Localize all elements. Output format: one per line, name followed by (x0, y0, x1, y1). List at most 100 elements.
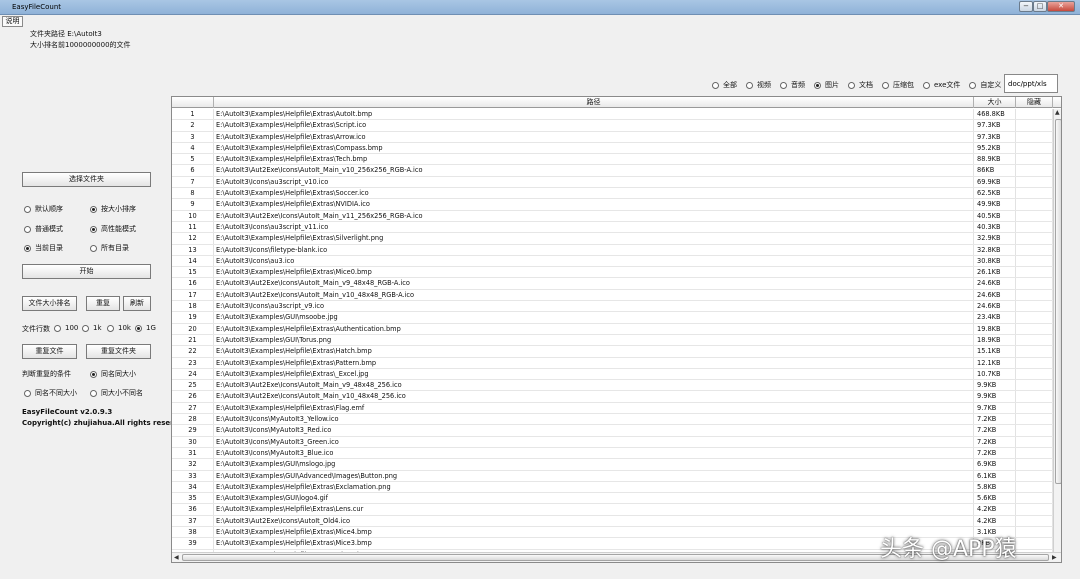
help-button[interactable]: 说明 (2, 16, 23, 27)
table-row[interactable]: 32 E:\AutoIt3\Examples\GUI\mslogo.jpg 6.9K… (172, 459, 1053, 471)
table-row[interactable]: 13 E:\AutoIt3\Icons\filetype-blank.ico 32.… (172, 244, 1053, 256)
minimize-button[interactable]: − (1019, 1, 1033, 12)
table-row[interactable]: 29 E:\AutoIt3\Icons\MyAutoIt3_Red.ico 7.2K… (172, 425, 1053, 437)
table-row[interactable]: 8 E:\AutoIt3\Examples\Helpfile\Extras\Soc… (172, 188, 1053, 200)
table-row[interactable]: 23 E:\AutoIt3\Examples\Helpfile\Extras\Pa… (172, 357, 1053, 369)
table-row[interactable]: 36 E:\AutoIt3\Examples\Helpfile\Extras\Le… (172, 504, 1053, 516)
radio-selected-icon (135, 324, 142, 332)
filter-radio-5[interactable]: 压缩包 (882, 79, 914, 91)
header-num[interactable] (172, 97, 214, 108)
refresh-button[interactable]: 刷新 (123, 296, 151, 311)
file-size-rank-button[interactable]: 文件大小排名 (22, 296, 77, 311)
rows-option-radio-0[interactable]: 100 (54, 324, 78, 332)
row-number-cell: 28 (172, 414, 214, 425)
rows-option-radio-2[interactable]: 10k (107, 324, 131, 332)
scroll-left-icon[interactable]: ◀ (174, 554, 179, 561)
table-row[interactable]: 3 E:\AutoIt3\Examples\Helpfile\Extras\Arr… (172, 131, 1053, 143)
scroll-right-icon[interactable]: ▶ (1052, 554, 1057, 561)
scroll-up-icon[interactable]: ▲ (1055, 110, 1060, 116)
size-cell: 32.9KB (974, 233, 1016, 244)
header-size[interactable]: 大小 (974, 97, 1016, 108)
same-name-size-radio[interactable]: 同名同大小 (90, 369, 136, 379)
table-row[interactable]: 5 E:\AutoIt3\Examples\Helpfile\Extras\Tec… (172, 154, 1053, 166)
dir-all-radio[interactable]: 所有目录 (90, 243, 129, 253)
header-hide[interactable]: 隐藏 (1016, 97, 1053, 108)
table-row[interactable]: 25 E:\AutoIt3\Aut2Exe\Icons\AutoIt_Main_v… (172, 380, 1053, 392)
table-row[interactable]: 11 E:\AutoIt3\Icons\au3script_v11.ico 40.3… (172, 221, 1053, 234)
table-row[interactable]: 28 E:\AutoIt3\Icons\MyAutoIt3_Yellow.ico 7… (172, 414, 1053, 426)
filter-radio-4[interactable]: 文档 (848, 79, 873, 91)
sort-default-radio[interactable]: 默认顺序 (24, 204, 63, 214)
size-cell: 24.6KB (974, 301, 1016, 312)
table-row[interactable]: 34 E:\AutoIt3\Examples\Helpfile\Extras\Ex… (172, 481, 1053, 494)
table-row[interactable]: 2 E:\AutoIt3\Examples\Helpfile\Extras\Scr… (172, 120, 1053, 132)
path-cell: E:\AutoIt3\Examples\Helpfile\Extras\Patt… (214, 357, 974, 368)
table-row[interactable]: 21 E:\AutoIt3\Examples\GUI\Torus.png 18.9K… (172, 334, 1053, 347)
filter-radio-3[interactable]: 图片 (814, 79, 839, 91)
header-path[interactable]: 路径 (214, 97, 974, 108)
filter-radio-7[interactable]: 自定义 (969, 79, 1001, 91)
table-row[interactable]: 7 E:\AutoIt3\Icons\au3script_v10.ico 69.9K… (172, 176, 1053, 189)
table-row[interactable]: 31 E:\AutoIt3\Icons\MyAutoIt3_Blue.ico 7.2… (172, 447, 1053, 460)
hide-cell (1016, 278, 1053, 289)
hide-cell (1016, 323, 1053, 334)
path-cell: E:\AutoIt3\Aut2Exe\Icons\AutoIt_Main_v11… (214, 210, 974, 221)
same-size-diff-name-radio[interactable]: 同大小不同名 (90, 388, 143, 398)
table-row[interactable]: 1 E:\AutoIt3\Examples\Helpfile\Extras\Aut… (172, 109, 1053, 121)
sort-size-radio[interactable]: 按大小排序 (90, 204, 136, 214)
table-row[interactable]: 12 E:\AutoIt3\Examples\Helpfile\Extras\Si… (172, 233, 1053, 245)
mode-normal-radio[interactable]: 普通模式 (24, 224, 63, 234)
table-row[interactable]: 18 E:\AutoIt3\Icons\au3script_v9.ico 24.6K… (172, 301, 1053, 313)
table-row[interactable]: 26 E:\AutoIt3\Aut2Exe\Icons\AutoIt_Main_v… (172, 391, 1053, 403)
table-row[interactable]: 4 E:\AutoIt3\Examples\Helpfile\Extras\Com… (172, 142, 1053, 155)
filter-radio-2[interactable]: 音频 (780, 79, 805, 91)
table-row[interactable]: 30 E:\AutoIt3\Icons\MyAutoIt3_Green.ico 7.… (172, 436, 1053, 448)
table-row[interactable]: 14 E:\AutoIt3\Icons\au3.ico 30.8KB (172, 255, 1053, 268)
hide-cell (1016, 154, 1053, 165)
choose-folder-button[interactable]: 选择文件夹 (22, 172, 151, 187)
filter-radio-0[interactable]: 全部 (712, 79, 737, 91)
start-button[interactable]: 开始 (22, 264, 151, 279)
hide-cell (1016, 289, 1053, 301)
dir-current-radio[interactable]: 当前目录 (24, 243, 63, 253)
table-row[interactable]: 9 E:\AutoIt3\Examples\Helpfile\Extras\NVI… (172, 199, 1053, 211)
close-button[interactable]: ✕ (1047, 1, 1075, 12)
table-row[interactable]: 27 E:\AutoIt3\Examples\Helpfile\Extras\Fl… (172, 402, 1053, 415)
table-row[interactable]: 6 E:\AutoIt3\Aut2Exe\Icons\AutoIt_Main_v1… (172, 165, 1053, 177)
table-row[interactable]: 16 E:\AutoIt3\Aut2Exe\Icons\AutoIt_Main_v… (172, 278, 1053, 290)
table-row[interactable]: 24 E:\AutoIt3\Examples\Helpfile\Extras\_E… (172, 368, 1053, 381)
vertical-scrollbar[interactable]: ▲ (1053, 109, 1061, 552)
filter-radio-6[interactable]: exe文件 (923, 79, 960, 91)
duplicate-folders-button[interactable]: 重复文件夹 (86, 344, 151, 359)
duplicate-button[interactable]: 重复 (86, 296, 120, 311)
maximize-button[interactable]: □ (1033, 1, 1047, 12)
hide-cell (1016, 244, 1053, 255)
table-row[interactable]: 10 E:\AutoIt3\Aut2Exe\Icons\AutoIt_Main_v… (172, 210, 1053, 222)
table-row[interactable]: 19 E:\AutoIt3\Examples\GUI\msoobe.jpg 23.4… (172, 312, 1053, 324)
table-row[interactable]: 15 E:\AutoIt3\Examples\Helpfile\Extras\Mi… (172, 267, 1053, 279)
table-row[interactable]: 22 E:\AutoIt3\Examples\Helpfile\Extras\Ha… (172, 346, 1053, 358)
table-row[interactable]: 33 E:\AutoIt3\Examples\GUI\Advanced\Image… (172, 470, 1053, 482)
table-header: 路径 大小 隐藏 (172, 97, 1061, 108)
vertical-scroll-thumb[interactable] (1055, 119, 1061, 484)
table-row[interactable]: 37 E:\AutoIt3\Aut2Exe\Icons\AutoIt_Old4.i… (172, 515, 1053, 527)
hide-cell (1016, 526, 1053, 538)
table-row[interactable]: 20 E:\AutoIt3\Examples\Helpfile\Extras\Au… (172, 323, 1053, 335)
path-cell: E:\AutoIt3\Examples\Helpfile\Extras\Arro… (214, 131, 974, 142)
duplicate-files-button[interactable]: 重复文件 (22, 344, 77, 359)
filter-radio-1[interactable]: 视频 (746, 79, 771, 91)
dir-current-label: 当前目录 (35, 244, 63, 252)
rows-option-radio-3[interactable]: 1G (135, 324, 156, 332)
same-name-diff-size-radio[interactable]: 同名不同大小 (24, 388, 77, 398)
path-cell: E:\AutoIt3\Examples\Helpfile\Extras\Auto… (214, 109, 974, 120)
hide-cell (1016, 267, 1053, 278)
path-cell: E:\AutoIt3\Examples\Helpfile\Extras\Tech… (214, 154, 974, 165)
copyright-label: Copyright(c) zhujiahua.All rights reserv… (22, 419, 191, 427)
filter-label: 图片 (825, 81, 839, 89)
table-row[interactable]: 35 E:\AutoIt3\Examples\GUI\logo4.gif 5.6KB (172, 493, 1053, 505)
rows-option-radio-1[interactable]: 1k (82, 324, 102, 332)
table-row[interactable]: 17 E:\AutoIt3\Aut2Exe\Icons\AutoIt_Main_v… (172, 289, 1053, 302)
mode-performance-radio[interactable]: 高性能模式 (90, 224, 136, 234)
custom-extension-input[interactable] (1004, 74, 1058, 93)
radio-icon (24, 205, 31, 213)
